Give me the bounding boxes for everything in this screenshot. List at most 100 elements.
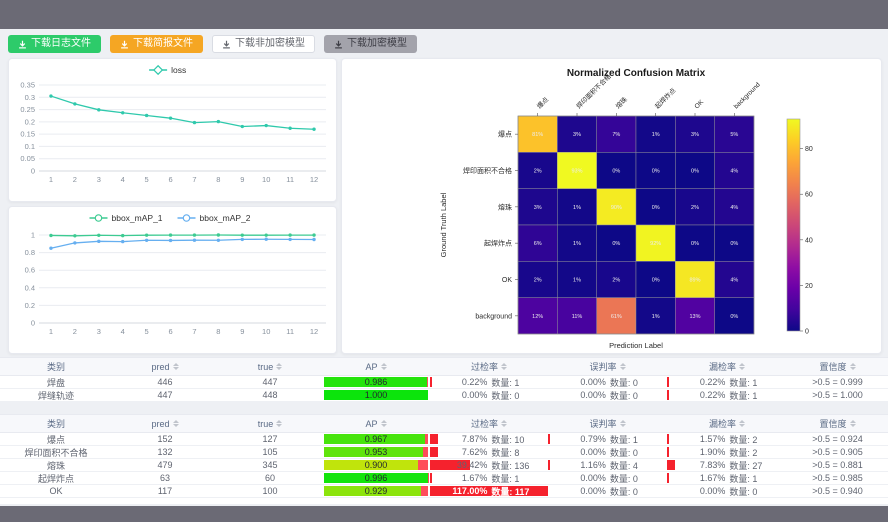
- cell-pred: 152: [112, 433, 218, 446]
- download-button-label: 下载非加密模型: [235, 35, 305, 53]
- column-header-conf[interactable]: 置信度: [787, 415, 888, 432]
- ap-value: 0.996: [322, 472, 430, 484]
- column-header-true[interactable]: true: [218, 358, 322, 375]
- rate-percent: 1.90%: [667, 447, 729, 457]
- rate-count: 数量: 0: [610, 389, 667, 402]
- cell-name: 爆点: [0, 433, 112, 446]
- column-header-true[interactable]: true: [218, 415, 322, 432]
- column-header-label: 误判率: [589, 417, 616, 430]
- cell-false: 0.00%数量: 0: [548, 472, 667, 485]
- confusion-matrix-grid: 81%3%7%1%3%5%2%93%0%0%0%4%3%1%90%0%2%4%6…: [518, 116, 754, 334]
- table-row: 焊盘4464470.9860.22%数量: 10.00%数量: 00.22%数量…: [0, 376, 888, 389]
- sort-icon[interactable]: [501, 363, 507, 370]
- rate-values: 0.00%数量: 0: [548, 485, 667, 498]
- cell-over: 7.87%数量: 10: [430, 433, 548, 446]
- true-value: 448: [262, 390, 277, 400]
- sort-icon[interactable]: [739, 363, 745, 370]
- column-header-name: 类别: [0, 415, 112, 432]
- svg-text:0.2: 0.2: [25, 117, 35, 126]
- window-chrome-bottom: [0, 506, 888, 522]
- cell-ap: 0.929: [322, 485, 430, 498]
- map-chart-svg: bbox_mAP_1bbox_mAP_200.20.40.60.81123456…: [9, 207, 334, 351]
- class-name: 熔珠: [47, 459, 65, 472]
- svg-text:1: 1: [49, 175, 53, 184]
- svg-text:3%: 3%: [573, 132, 581, 138]
- column-header-pred[interactable]: pred: [112, 358, 218, 375]
- rate-count: 数量: 1: [610, 433, 667, 446]
- legend-circle-icon: [183, 215, 189, 221]
- column-header-over[interactable]: 过检率: [430, 415, 548, 432]
- loss-chart-series-loss: [51, 96, 314, 129]
- svg-text:bbox_mAP_1: bbox_mAP_1: [112, 213, 163, 223]
- sort-icon[interactable]: [173, 420, 179, 427]
- download-button-3[interactable]: 下载非加密模型: [212, 35, 315, 53]
- download-button-1[interactable]: 下载日志文件: [8, 35, 101, 53]
- svg-text:6: 6: [168, 327, 172, 336]
- sort-icon[interactable]: [173, 363, 179, 370]
- column-header-pred[interactable]: pred: [112, 415, 218, 432]
- sort-asc-icon: [276, 420, 282, 423]
- cell-miss: 0.22%数量: 1: [667, 376, 787, 389]
- ap-value: 0.953: [322, 446, 430, 458]
- sort-icon[interactable]: [381, 363, 387, 370]
- pred-value: 152: [157, 434, 172, 444]
- sort-icon[interactable]: [850, 420, 856, 427]
- loss-chart-legend[interactable]: loss: [149, 65, 186, 75]
- svg-text:20: 20: [805, 283, 813, 290]
- column-header-miss[interactable]: 漏检率: [667, 415, 787, 432]
- cell-name: 熔珠: [0, 459, 112, 472]
- cell-ap: 1.000: [322, 389, 430, 402]
- column-header-ap[interactable]: AP: [322, 415, 430, 432]
- download-button-4[interactable]: 下载加密模型: [324, 35, 417, 53]
- matrix-row-label: background: [475, 313, 512, 320]
- column-header-over[interactable]: 过检率: [430, 358, 548, 375]
- sort-asc-icon: [850, 420, 856, 423]
- map-chart-series-bbox_mAP_2: [51, 239, 314, 248]
- sort-desc-icon: [850, 367, 856, 370]
- column-header-conf[interactable]: 置信度: [787, 358, 888, 375]
- download-button-2[interactable]: 下载简报文件: [110, 35, 203, 53]
- sort-desc-icon: [276, 367, 282, 370]
- cell-miss: 7.83%数量: 27: [667, 459, 787, 472]
- svg-text:0.2: 0.2: [25, 301, 35, 310]
- sort-icon[interactable]: [276, 420, 282, 427]
- svg-text:1: 1: [31, 231, 35, 240]
- rate-percent: 0.00%: [548, 377, 610, 387]
- sort-icon[interactable]: [276, 363, 282, 370]
- svg-text:11%: 11%: [572, 314, 583, 320]
- column-header-false[interactable]: 误判率: [548, 415, 667, 432]
- column-header-ap[interactable]: AP: [322, 358, 430, 375]
- sort-icon[interactable]: [739, 420, 745, 427]
- sort-desc-icon: [850, 424, 856, 427]
- column-header-name: 类别: [0, 358, 112, 375]
- column-header-label: 过检率: [471, 417, 498, 430]
- sort-icon[interactable]: [850, 363, 856, 370]
- cell-pred: 117: [112, 485, 218, 498]
- matrix-col-label: 爆点: [535, 95, 551, 111]
- rate-values: 1.57%数量: 2: [667, 433, 787, 446]
- column-header-label: 过检率: [471, 360, 498, 373]
- svg-text:40: 40: [805, 237, 813, 244]
- svg-text:loss: loss: [171, 65, 186, 75]
- rate-percent: 39.42%: [430, 460, 491, 470]
- download-toolbar: 下载日志文件下载简报文件 下载非加密模型 下载加密模型: [8, 35, 417, 53]
- sort-icon[interactable]: [620, 420, 626, 427]
- column-header-false[interactable]: 误判率: [548, 358, 667, 375]
- column-header-miss[interactable]: 漏检率: [667, 358, 787, 375]
- sort-icon[interactable]: [620, 363, 626, 370]
- rate-count: 数量: 2: [729, 433, 787, 446]
- true-value: 345: [262, 460, 277, 470]
- svg-text:93%: 93%: [571, 169, 582, 175]
- sort-icon[interactable]: [501, 420, 507, 427]
- map-chart-legend[interactable]: bbox_mAP_1bbox_mAP_2: [90, 213, 251, 223]
- download-icon: [120, 40, 129, 49]
- true-value: 447: [262, 377, 277, 387]
- svg-text:0: 0: [805, 329, 809, 336]
- rate-percent: 0.79%: [548, 434, 610, 444]
- svg-text:4%: 4%: [730, 278, 738, 284]
- svg-text:0.05: 0.05: [20, 154, 35, 163]
- ap-value: 0.900: [322, 459, 430, 471]
- sort-icon[interactable]: [381, 420, 387, 427]
- svg-text:3%: 3%: [534, 205, 542, 211]
- table-divider: [0, 402, 888, 414]
